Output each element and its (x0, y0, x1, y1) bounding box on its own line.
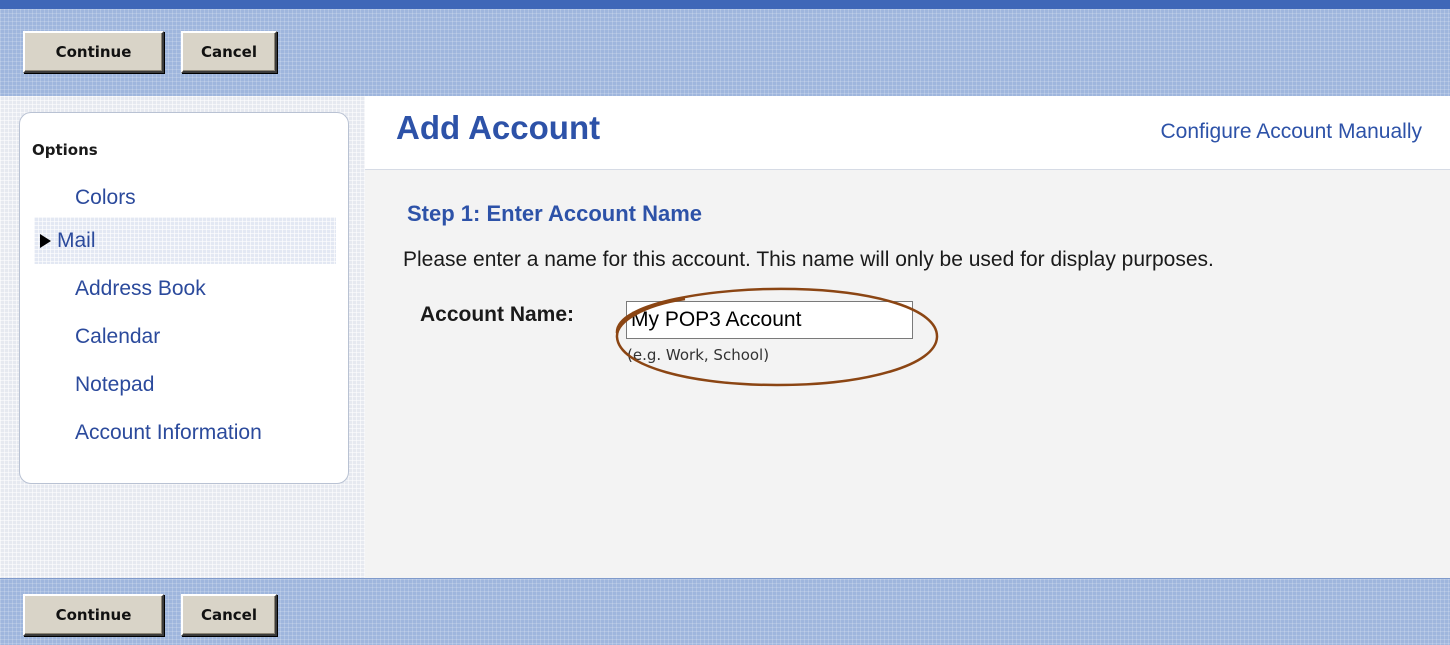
sidebar: Options Colors Mail Address Book Calenda… (0, 96, 365, 578)
sidebar-item-label: Mail (57, 228, 96, 252)
sidebar-item-label: Address Book (75, 276, 206, 300)
cancel-button[interactable]: Cancel (181, 31, 277, 73)
sidebar-item-label: Notepad (75, 372, 155, 396)
sidebar-item-notepad[interactable]: Notepad (34, 361, 336, 408)
account-name-input[interactable] (626, 301, 913, 339)
sidebar-item-calendar[interactable]: Calendar (34, 313, 336, 360)
sidebar-item-mail[interactable]: Mail (34, 217, 336, 264)
sidebar-item-address-book[interactable]: Address Book (34, 265, 336, 312)
continue-button[interactable]: Continue (23, 31, 164, 73)
main-header: Add Account Configure Account Manually (365, 96, 1450, 170)
options-panel: Options Colors Mail Address Book Calenda… (19, 112, 349, 484)
step-heading: Step 1: Enter Account Name (407, 201, 703, 226)
cancel-button-bottom[interactable]: Cancel (181, 594, 277, 636)
step-description: Please enter a name for this account. Th… (403, 248, 1214, 271)
sidebar-item-colors[interactable]: Colors (34, 174, 336, 221)
sidebar-item-label: Colors (75, 185, 136, 209)
options-title: Options (32, 141, 98, 159)
account-name-hint: (e.g. Work, School) (627, 346, 770, 364)
sidebar-item-label: Calendar (75, 324, 161, 348)
bottom-toolbar: Continue Cancel (0, 578, 1450, 645)
top-toolbar: Continue Cancel (0, 0, 1450, 96)
account-name-label: Account Name: (420, 303, 575, 326)
main-content: Step 1: Enter Account Name Please enter … (365, 170, 1450, 578)
right-triangle-arrow-icon (40, 233, 51, 248)
sidebar-item-label: Account Information (75, 420, 262, 444)
continue-button-bottom[interactable]: Continue (23, 594, 164, 636)
page-title: Add Account (396, 109, 601, 146)
configure-account-manually-link[interactable]: Configure Account Manually (1161, 120, 1423, 144)
sidebar-item-account-information[interactable]: Account Information (34, 409, 336, 456)
